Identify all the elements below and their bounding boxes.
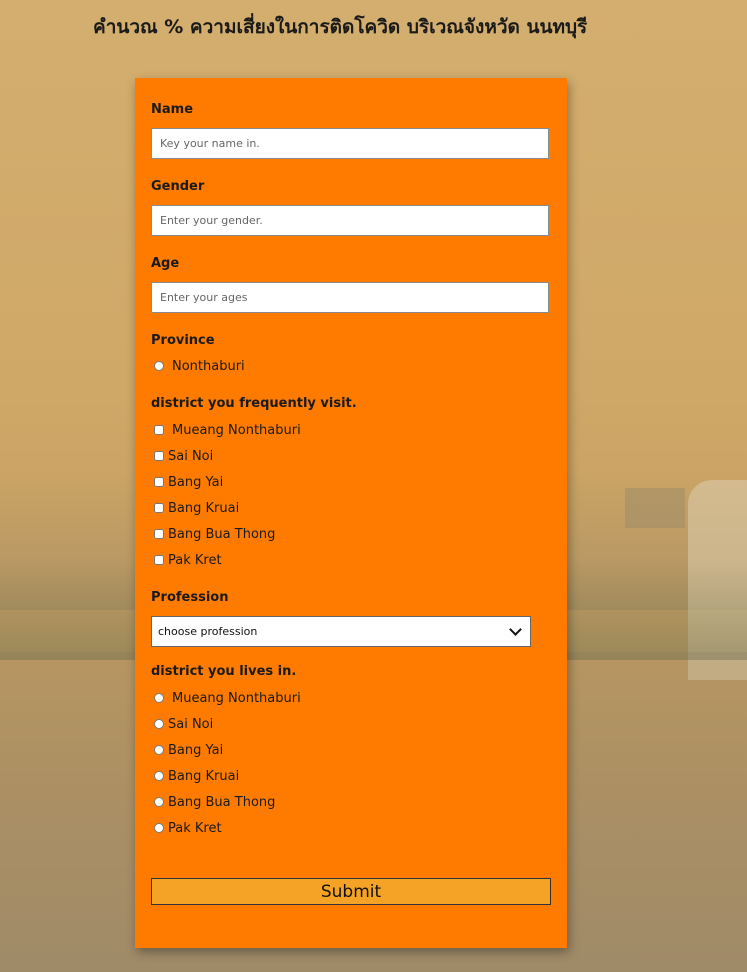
live-district-option[interactable]: Mueang Nonthaburi — [154, 690, 301, 706]
visit-district-checkbox[interactable] — [154, 451, 164, 461]
live-district-label: Bang Bua Thong — [168, 794, 276, 810]
visit-districts-label: district you frequently visit. — [151, 396, 357, 411]
visit-district-label: Mueang Nonthaburi — [172, 422, 301, 438]
live-district-label: Bang Kruai — [168, 768, 240, 784]
live-district-option[interactable]: Bang Yai — [154, 742, 223, 758]
visit-district-option[interactable]: Bang Bua Thong — [154, 526, 275, 542]
name-label: Name — [151, 102, 194, 117]
visit-district-checkbox[interactable] — [154, 477, 164, 487]
gender-label: Gender — [151, 179, 205, 194]
visit-district-option[interactable]: Pak Kret — [154, 552, 222, 568]
live-districts-label: district you lives in. — [151, 664, 297, 679]
visit-district-label: Pak Kret — [168, 552, 222, 568]
live-district-label: Bang Yai — [168, 742, 224, 758]
visit-district-label: Bang Yai — [168, 474, 224, 490]
live-district-radio[interactable] — [154, 797, 164, 807]
province-label: Province — [151, 333, 215, 348]
live-district-radio[interactable] — [154, 771, 164, 781]
visit-district-option[interactable]: Bang Yai — [154, 474, 223, 490]
visit-district-checkbox[interactable] — [154, 529, 164, 539]
age-input[interactable] — [151, 282, 549, 313]
chevron-down-icon — [509, 623, 522, 636]
live-district-radio[interactable] — [154, 719, 164, 729]
live-district-radio[interactable] — [154, 693, 164, 703]
visit-district-checkbox[interactable] — [154, 555, 164, 565]
profession-selected-value: choose profession — [158, 625, 258, 638]
background-building — [688, 480, 747, 680]
province-option-label: Nonthaburi — [172, 358, 245, 374]
name-input[interactable] — [151, 128, 549, 159]
age-label: Age — [151, 256, 180, 271]
visit-district-checkbox[interactable] — [154, 503, 164, 513]
live-district-label: Sai Noi — [168, 716, 214, 732]
visit-district-label: Bang Bua Thong — [168, 526, 276, 542]
visit-district-checkbox[interactable] — [154, 425, 164, 435]
live-district-radio[interactable] — [154, 823, 164, 833]
province-radio[interactable] — [154, 361, 164, 371]
live-district-radio[interactable] — [154, 745, 164, 755]
visit-district-option[interactable]: Bang Kruai — [154, 500, 239, 516]
live-district-option[interactable]: Pak Kret — [154, 820, 222, 836]
visit-district-option[interactable]: Mueang Nonthaburi — [154, 422, 301, 438]
page-title: คำนวณ % ความเสี่ยงในการติดโควิด บริเวณจั… — [93, 16, 588, 38]
live-district-label: Mueang Nonthaburi — [172, 690, 301, 706]
live-district-option[interactable]: Bang Bua Thong — [154, 794, 275, 810]
province-option[interactable]: Nonthaburi — [154, 358, 245, 374]
gender-input[interactable] — [151, 205, 549, 236]
background-building — [625, 488, 685, 528]
live-district-label: Pak Kret — [168, 820, 222, 836]
live-district-option[interactable]: Bang Kruai — [154, 768, 239, 784]
submit-button[interactable]: Submit — [151, 878, 551, 905]
live-district-option[interactable]: Sai Noi — [154, 716, 213, 732]
risk-form: Name Gender Age Province Nonthaburi dist… — [135, 78, 567, 948]
visit-district-option[interactable]: Sai Noi — [154, 448, 213, 464]
visit-district-label: Sai Noi — [168, 448, 214, 464]
profession-select[interactable]: choose profession — [151, 616, 531, 647]
visit-district-label: Bang Kruai — [168, 500, 240, 516]
profession-label: Profession — [151, 590, 229, 605]
